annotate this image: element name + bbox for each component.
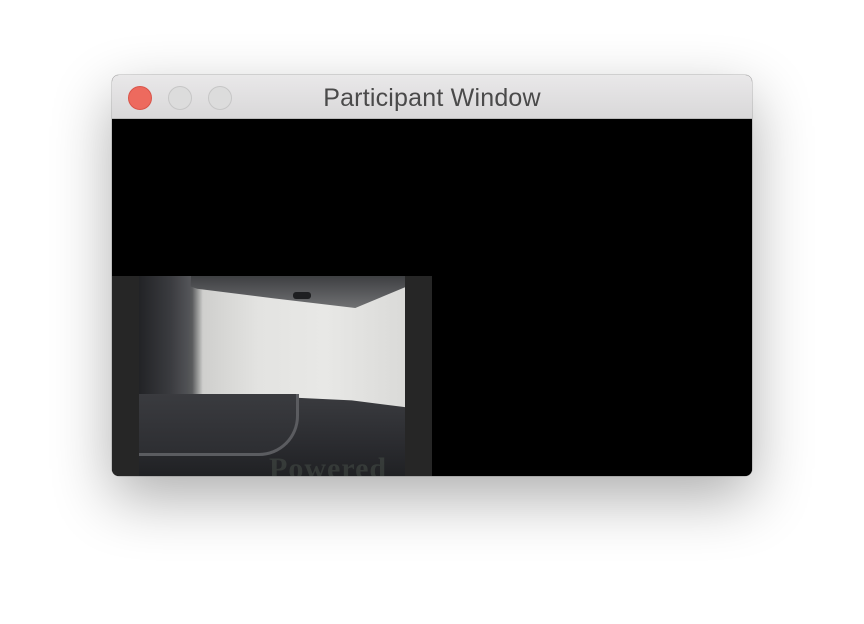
camera-feed-overhead-object <box>179 276 405 308</box>
camera-feed-device-edge <box>139 394 299 456</box>
title-bar[interactable]: Participant Window <box>112 75 752 119</box>
camera-feed-detail <box>293 292 311 299</box>
camera-feed: Powered <box>139 276 405 476</box>
participant-video-tile[interactable]: Powered <box>112 276 432 476</box>
video-area: Powered <box>112 119 752 476</box>
camera-feed-blurred-text: Powered <box>269 452 388 476</box>
window-title: Participant Window <box>323 84 541 112</box>
participant-window: Participant Window Powered <box>112 75 752 476</box>
